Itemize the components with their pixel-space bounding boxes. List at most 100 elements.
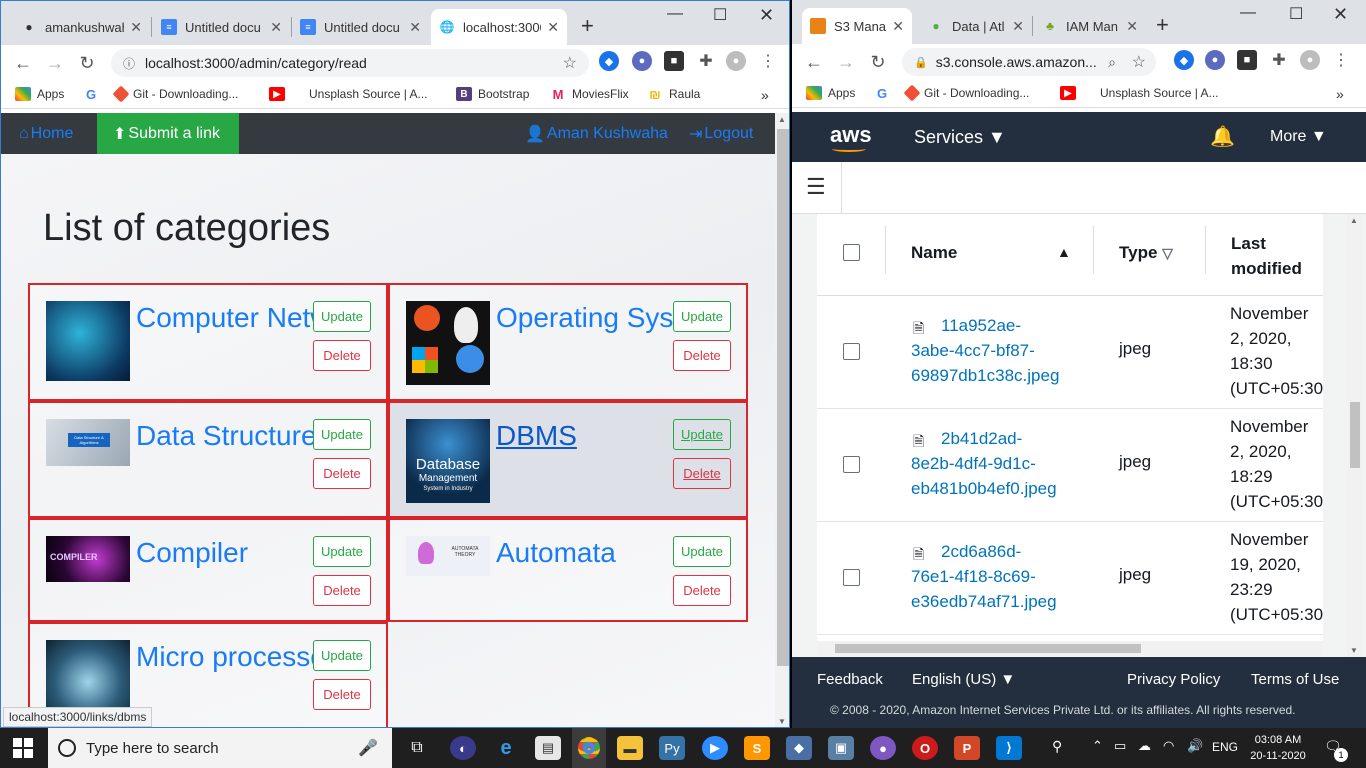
delete-button[interactable]: Delete [673, 575, 731, 606]
scroll-thumb[interactable] [835, 644, 1141, 653]
people-icon[interactable]: ⚲ [1052, 738, 1062, 755]
address-bar[interactable]: ⓘ localhost:3000/admin/category/read ☆ [111, 49, 589, 77]
delete-button[interactable]: Delete [673, 458, 731, 489]
close-icon[interactable]: ✕ [130, 19, 142, 36]
powerpoint-icon[interactable]: P [954, 736, 980, 760]
update-button[interactable]: Update [673, 301, 731, 332]
file-link[interactable]: 11a952ae- 3abe-4cc7-bf87- 69897db1c38c.jpe… [911, 313, 1059, 388]
extension-icon[interactable]: ● [1205, 50, 1225, 70]
taskbar-search-box[interactable]: Type here to search 🎤 [48, 728, 392, 768]
nav-logout-link[interactable]: ⇥ Logout [689, 113, 753, 154]
bookmark-apps[interactable]: Apps [15, 87, 64, 101]
github-desktop-icon[interactable]: ● [870, 736, 896, 760]
windows-start-icon[interactable] [13, 738, 33, 758]
edge-icon[interactable]: e [493, 736, 519, 760]
terms-link[interactable]: Terms of Use [1251, 671, 1339, 688]
tab-iam[interactable]: ♣ IAM Man ✕ [1034, 8, 1146, 44]
select-all-checkbox[interactable] [843, 244, 860, 261]
category-title[interactable]: Compiler [136, 536, 248, 569]
profile-avatar[interactable]: ● [1300, 50, 1320, 70]
close-window-button[interactable]: ✕ [759, 5, 774, 26]
bookmark-moviesflix[interactable]: M MoviesFlix [550, 87, 629, 102]
chrome-taskbar-button[interactable] [572, 728, 606, 768]
category-title[interactable]: Automata [496, 536, 616, 569]
nav-home-link[interactable]: ⌂ Home [19, 113, 73, 154]
update-button[interactable]: Update [673, 536, 731, 567]
bookmark-git[interactable]: Git - Downloading... [903, 84, 1029, 102]
maximize-button[interactable]: ☐ [713, 5, 727, 25]
reload-icon[interactable]: ↻ [862, 52, 894, 73]
row-checkbox[interactable] [843, 569, 860, 586]
tray-overflow-icon[interactable]: ⌃ [1092, 738, 1103, 754]
col-last-modified[interactable]: Last modified [1231, 231, 1302, 281]
cloud-icon[interactable]: ☁ [1138, 738, 1151, 754]
star-icon[interactable]: ☆ [563, 53, 577, 73]
zoom-icon[interactable]: ⌕ [1108, 54, 1116, 71]
aws-logo[interactable]: aws [830, 122, 872, 148]
bookmark-unsplash[interactable]: ▶ Unsplash Source | A... [269, 87, 428, 101]
row-checkbox[interactable] [843, 456, 860, 473]
hamburger-menu-icon[interactable]: ☰ [806, 174, 826, 200]
category-title[interactable]: Micro processor [136, 640, 335, 673]
wifi-icon[interactable]: ◠ [1163, 738, 1174, 754]
forward-icon[interactable]: → [39, 53, 71, 74]
horizontal-scrollbar[interactable] [817, 641, 1323, 656]
extension-shield-icon[interactable]: ◆ [1174, 50, 1194, 70]
update-button[interactable]: Update [313, 536, 371, 567]
microphone-icon[interactable]: 🎤 [358, 738, 378, 758]
vertical-scrollbar[interactable]: ▲ ▼ [1347, 214, 1363, 657]
close-icon[interactable]: ✕ [1126, 18, 1138, 35]
close-icon[interactable]: ✕ [547, 19, 559, 36]
minimize-button[interactable]: — [1240, 4, 1256, 22]
scroll-thumb[interactable] [1350, 402, 1360, 468]
scroll-down-icon[interactable]: ▼ [778, 717, 786, 726]
tab-s3[interactable]: S3 Manag ✕ [802, 8, 912, 44]
scroll-up-icon[interactable]: ▲ [1350, 216, 1358, 225]
update-button[interactable]: Update [673, 419, 731, 450]
feedback-link[interactable]: Feedback [817, 671, 883, 688]
scroll-thumb[interactable] [777, 129, 789, 666]
delete-button[interactable]: Delete [673, 340, 731, 371]
category-title[interactable]: DBMS [496, 419, 577, 452]
python-icon[interactable]: Py [659, 736, 685, 760]
puzzle-icon[interactable]: ✚ [696, 51, 716, 71]
privacy-link[interactable]: Privacy Policy [1127, 671, 1220, 688]
scroll-down-icon[interactable]: ▼ [1350, 646, 1358, 655]
sort-ascending-icon[interactable]: ▲ [1057, 244, 1071, 260]
page-scrollbar[interactable]: ▲ ▼ [775, 113, 789, 727]
row-checkbox[interactable] [843, 343, 860, 360]
eclipse-icon[interactable]: ◐ [450, 736, 476, 760]
back-icon[interactable]: ← [7, 53, 39, 74]
bookmark-raula[interactable]: ₪ Raula [647, 87, 700, 102]
update-button[interactable]: Update [313, 419, 371, 450]
bookmark-apps[interactable]: Apps [806, 86, 855, 100]
volume-icon[interactable]: 🔊 [1187, 738, 1203, 754]
reload-icon[interactable]: ↻ [71, 53, 103, 74]
new-tab-button[interactable]: + [1156, 12, 1169, 38]
bookmark-git[interactable]: Git - Downloading... [112, 85, 238, 103]
close-icon[interactable]: ✕ [1012, 18, 1024, 35]
opera-icon[interactable]: O [912, 736, 938, 760]
profile-avatar[interactable]: ● [726, 51, 746, 71]
tab-docs-2[interactable]: ≡ Untitled docu ✕ [292, 9, 429, 45]
bookmark-bootstrap[interactable]: B Bootstrap [456, 87, 529, 101]
new-tab-button[interactable]: + [581, 13, 594, 39]
menu-kebab-icon[interactable]: ⋮ [1331, 50, 1351, 70]
col-type[interactable]: Type ▽ [1119, 243, 1173, 263]
maximize-button[interactable]: ☐ [1289, 4, 1303, 24]
delete-button[interactable]: Delete [313, 458, 371, 489]
scroll-up-icon[interactable]: ▲ [778, 115, 786, 124]
screen-icon[interactable]: ▣ [828, 736, 854, 760]
clock[interactable]: 03:08 AM 20-11-2020 [1250, 732, 1306, 764]
tab-github[interactable]: ● amankushwah ✕ [13, 9, 150, 45]
bookmark-google[interactable]: G [874, 86, 896, 101]
puzzle-icon[interactable]: ✚ [1269, 50, 1289, 70]
close-icon[interactable]: ✕ [892, 18, 904, 35]
services-menu[interactable]: Services ▼ [914, 127, 1006, 148]
update-button[interactable]: Update [313, 640, 371, 671]
nav-submit-link[interactable]: ⬆ Submit a link [97, 113, 239, 154]
vscode-icon[interactable]: ⟩ [996, 736, 1022, 760]
extension-cube-icon[interactable]: ■ [664, 51, 684, 71]
bookmark-google[interactable]: G [83, 87, 105, 102]
extension-icon[interactable]: ● [632, 51, 652, 71]
